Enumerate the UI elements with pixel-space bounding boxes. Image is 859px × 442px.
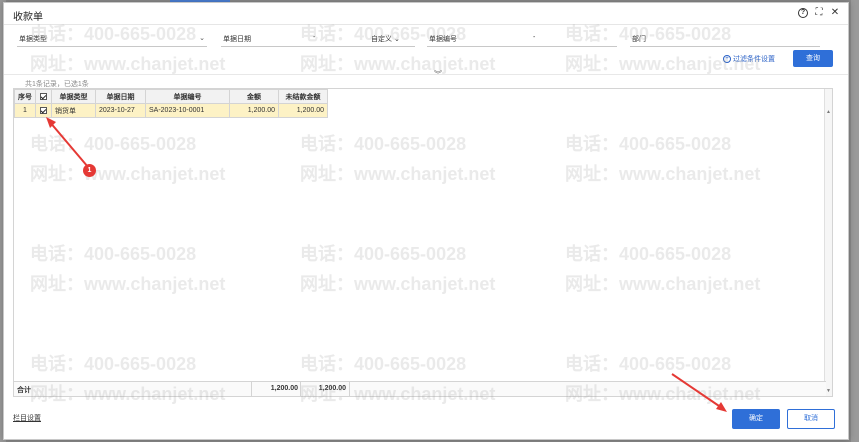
date-range-separator: - xyxy=(313,34,316,41)
close-icon[interactable]: ✕ xyxy=(830,8,840,18)
row-checkbox[interactable] xyxy=(40,106,47,114)
cell-amount: 1,200.00 xyxy=(229,103,279,118)
bill-type-label: 单据类型 xyxy=(19,36,47,43)
col-select-all[interactable] xyxy=(35,89,52,104)
bill-no-range[interactable]: 单据编号 - xyxy=(427,31,617,47)
dept-label: 部门 xyxy=(632,36,646,43)
plus-circle-icon: + xyxy=(723,55,731,63)
cancel-button[interactable]: 取消 xyxy=(787,409,835,429)
col-index: 序号 xyxy=(14,89,36,104)
vertical-scrollbar[interactable]: ▲ ▼ xyxy=(824,89,832,396)
bill-date-range[interactable]: 单据日期 - 自定义 ⌄ xyxy=(221,31,415,47)
background-right-strip xyxy=(851,0,859,442)
col-no: 单据编号 xyxy=(145,89,230,104)
dept-field[interactable]: 部门 xyxy=(630,31,820,47)
ok-button[interactable]: 确定 xyxy=(732,409,780,429)
cell-unsettled: 1,200.00 xyxy=(278,103,328,118)
receipt-dialog: 收款单 ? ⛶ ✕ 单据类型 ⌄ 单据日期 - 自定义 ⌄ 单据编号 - 部门 … xyxy=(3,2,849,440)
expand-down-icon[interactable]: ︾ xyxy=(432,69,444,79)
table-row[interactable]: 1 销货单 2023-10-27 SA-2023-10-0001 1,200.0… xyxy=(14,103,328,118)
total-unsettled: 1,200.00 xyxy=(318,385,346,392)
total-label: 合计 xyxy=(17,387,31,394)
cell-date: 2023-10-27 xyxy=(95,103,146,118)
filter-row: 单据类型 ⌄ 单据日期 - 自定义 ⌄ 单据编号 - 部门 xyxy=(4,31,848,49)
bill-type-select[interactable]: 单据类型 ⌄ xyxy=(17,31,207,47)
scroll-down-icon[interactable]: ▼ xyxy=(826,388,831,394)
total-row: 合计 1,200.00 1,200.00 xyxy=(14,381,826,397)
total-amount: 1,200.00 xyxy=(270,385,298,392)
col-amount: 金额 xyxy=(229,89,279,104)
bill-no-label: 单据编号 xyxy=(429,36,457,43)
cell-select[interactable] xyxy=(35,103,52,118)
select-all-checkbox[interactable] xyxy=(40,92,47,100)
divider xyxy=(4,74,848,75)
dialog-title-bar: 收款单 ? ⛶ ✕ xyxy=(4,3,848,25)
scroll-up-icon[interactable]: ▲ xyxy=(826,109,831,115)
col-unsettled: 未结款金额 xyxy=(278,89,328,104)
cell-no: SA-2023-10-0001 xyxy=(145,103,230,118)
column-setting-link[interactable]: 栏目设置 xyxy=(13,413,41,423)
filter-setting-link[interactable]: + 过滤条件设置 xyxy=(723,54,775,64)
col-date: 单据日期 xyxy=(95,89,146,104)
date-mode-select[interactable]: 自定义 ⌄ xyxy=(371,34,400,44)
help-icon[interactable]: ? xyxy=(798,8,808,18)
bill-no-separator: - xyxy=(533,34,536,41)
cell-type: 销货单 xyxy=(51,103,96,118)
col-type: 单据类型 xyxy=(51,89,96,104)
dialog-title: 收款单 xyxy=(13,12,43,23)
cell-index: 1 xyxy=(14,103,36,118)
maximize-icon[interactable]: ⛶ xyxy=(814,8,824,18)
bill-grid: 序号 单据类型 单据日期 单据编号 金额 未结款金额 1 销货单 2023-10… xyxy=(13,88,833,397)
chevron-down-icon: ⌄ xyxy=(199,35,205,42)
query-button[interactable]: 查询 xyxy=(793,50,833,67)
title-icons: ? ⛶ ✕ xyxy=(798,8,840,18)
bill-date-label: 单据日期 xyxy=(223,36,251,43)
annotation-badge: 1 xyxy=(83,164,96,177)
